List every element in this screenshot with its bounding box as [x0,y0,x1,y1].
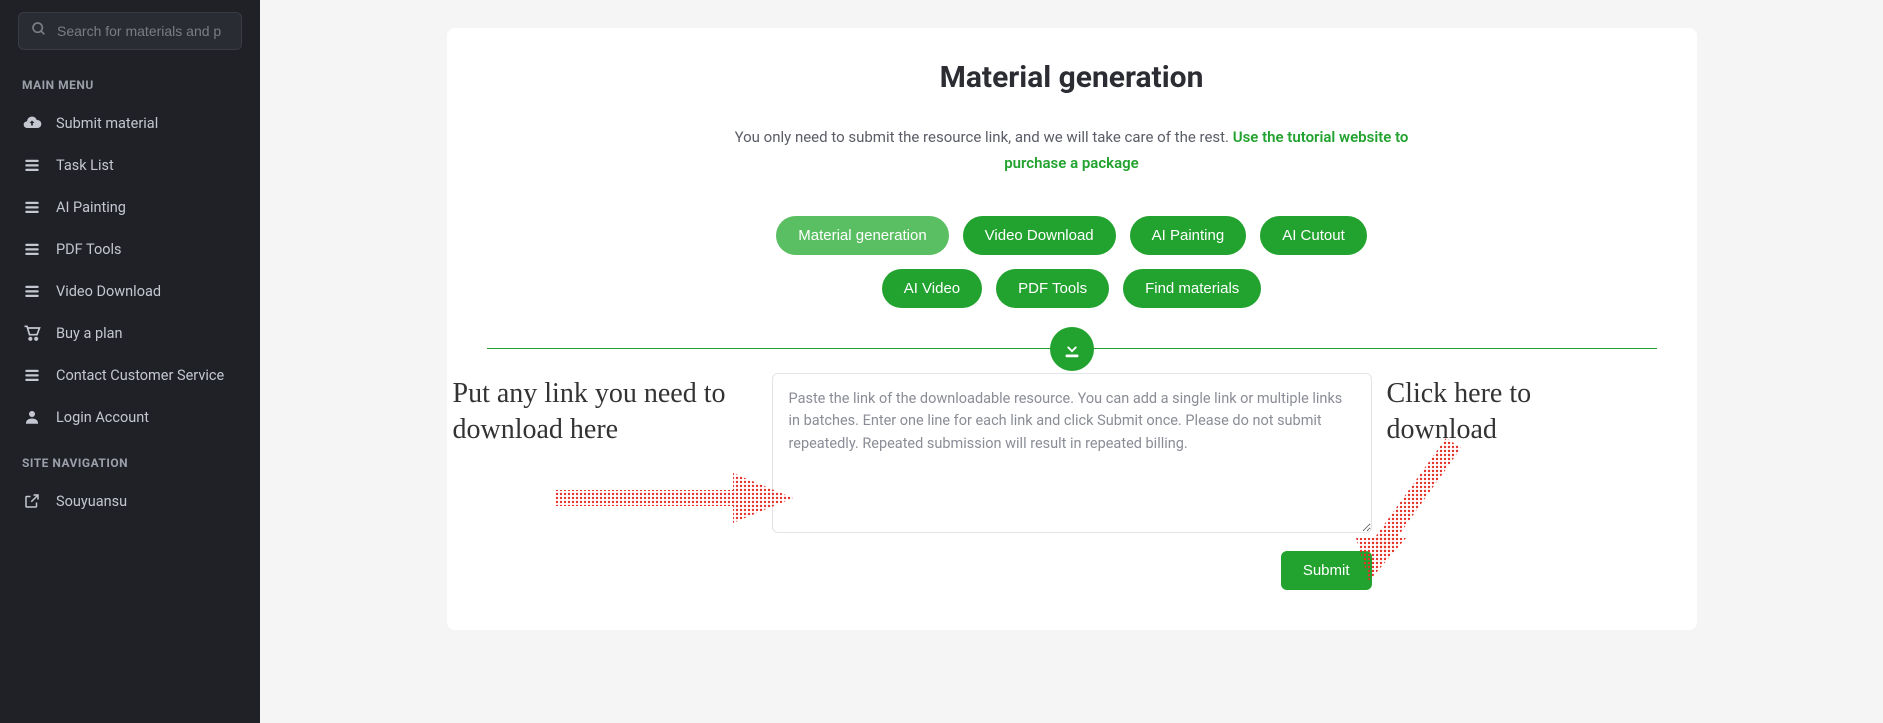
search-input[interactable] [57,23,229,39]
sidebar-item-buy-a-plan[interactable]: Buy a plan [0,312,260,354]
download-icon [1050,327,1094,371]
form-area: Submit [772,373,1372,590]
sidebar-item-submit-material[interactable]: Submit material [0,102,260,144]
sidebar-item-souyuansu[interactable]: Souyuansu [0,480,260,522]
sidebar-item-label: Video Download [56,283,161,300]
annotation-left-text: Put any link you need to download here [453,376,793,449]
subtext-plain: You only need to submit the resource lin… [735,128,1233,146]
menu-header-main: MAIN MENU [0,60,260,102]
pill-pdf-tools[interactable]: PDF Tools [996,269,1109,308]
sidebar-item-ai-painting[interactable]: AI Painting [0,186,260,228]
sidebar-item-label: PDF Tools [56,241,122,258]
annotation-right-text: Click here to download [1387,376,1647,449]
sidebar-item-label: Buy a plan [56,325,123,342]
sidebar-item-contact-customer-service[interactable]: Contact Customer Service [0,354,260,396]
pill-video-download[interactable]: Video Download [963,216,1116,255]
list-icon [22,281,42,301]
external-link-icon [22,491,42,511]
sidebar-item-label: Submit material [56,115,158,132]
pill-material-generation[interactable]: Material generation [776,216,948,255]
main-content: Material generation You only need to sub… [260,0,1883,723]
sidebar-item-pdf-tools[interactable]: PDF Tools [0,228,260,270]
sidebar-item-task-list[interactable]: Task List [0,144,260,186]
list-icon [22,155,42,175]
page-subtext: You only need to submit the resource lin… [732,125,1412,176]
resource-link-textarea[interactable] [772,373,1372,533]
menu-header-site-navigation: SITE NAVIGATION [0,438,260,480]
category-pills: Material generation Video Download AI Pa… [752,216,1392,308]
sidebar-item-video-download[interactable]: Video Download [0,270,260,312]
pill-ai-cutout[interactable]: AI Cutout [1260,216,1367,255]
annotation-arrow-left-icon [555,468,795,528]
sidebar-item-login-account[interactable]: Login Account [0,396,260,438]
sidebar: MAIN MENU Submit material Task List AI P… [0,0,260,723]
cart-icon [22,323,42,343]
page-title: Material generation [487,60,1657,95]
cloud-upload-icon [22,113,42,133]
search-icon [31,21,47,41]
list-icon [22,197,42,217]
pill-find-materials[interactable]: Find materials [1123,269,1261,308]
divider [487,348,1657,349]
list-icon [22,365,42,385]
user-icon [22,407,42,427]
submit-button[interactable]: Submit [1281,551,1372,590]
sidebar-item-label: Contact Customer Service [56,367,224,384]
pill-ai-painting[interactable]: AI Painting [1130,216,1247,255]
sidebar-item-label: Souyuansu [56,493,127,510]
content-card: Material generation You only need to sub… [447,28,1697,630]
sidebar-item-label: Login Account [56,409,149,426]
sidebar-item-label: Task List [56,157,114,174]
sidebar-item-label: AI Painting [56,199,126,216]
pill-ai-video[interactable]: AI Video [882,269,982,308]
list-icon [22,239,42,259]
search-box[interactable] [18,12,242,50]
